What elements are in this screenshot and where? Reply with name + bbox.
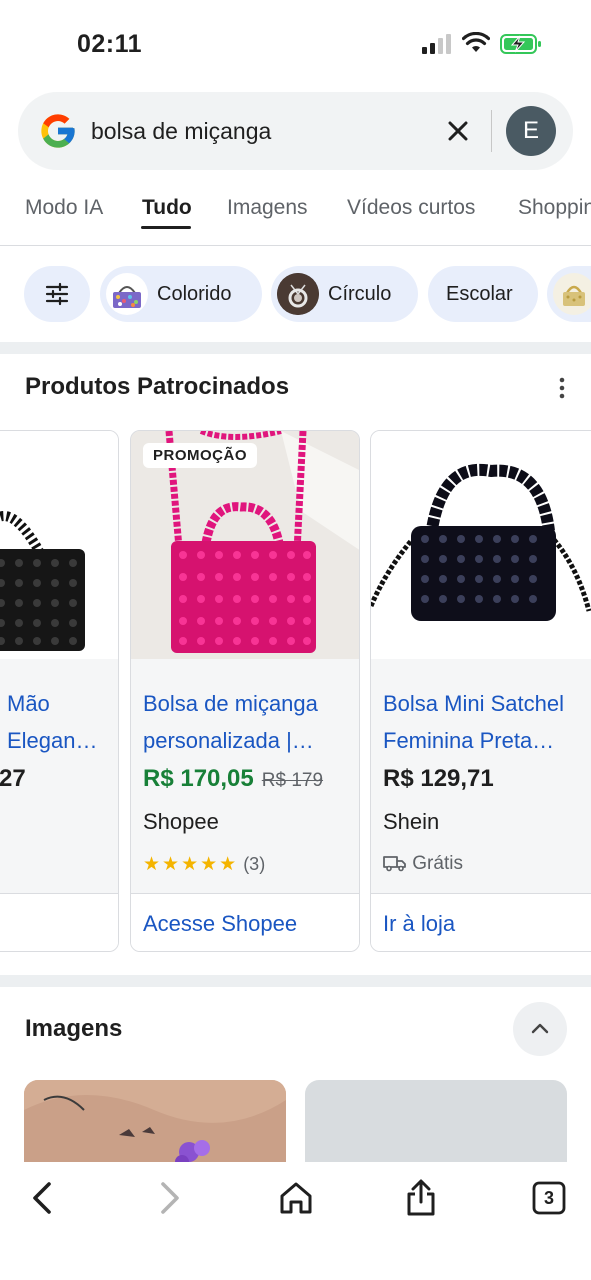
signal-icon [422, 34, 451, 54]
tab-modo-ia[interactable]: Modo IA [25, 196, 103, 220]
product-card-footer: Ir à loja [371, 893, 591, 951]
chip-more-thumbnail [553, 273, 591, 315]
shipping-label: Grátis [412, 853, 463, 874]
product-rating: ★★★★★ (3) [143, 853, 265, 876]
product-title[interactable]: Bolsa Mini Satchel Feminina Preta… [383, 685, 591, 759]
chip-colorido-label: Colorido [157, 283, 232, 305]
tab-imagens[interactable]: Imagens [227, 196, 308, 220]
shipping-info: Grátis [383, 853, 463, 875]
search-divider [491, 110, 492, 152]
status-bar: 02:11 [0, 0, 591, 80]
product-title[interactable]: Bolsa de miçanga personalizada |… [143, 685, 353, 759]
product-title-line: Bolsa Mini Satchel [383, 691, 564, 716]
search-bar[interactable]: bolsa de miçanga E [18, 92, 573, 170]
product-details: Bolsa Mini Satchel Feminina Preta… R$ 12… [371, 659, 591, 893]
wifi-icon [462, 32, 490, 52]
original-price: R$ 179 [261, 770, 324, 791]
chip-more[interactable] [547, 266, 591, 322]
tab-tudo[interactable]: Tudo [142, 196, 192, 220]
product-title-line: Elegan… [7, 728, 98, 753]
active-tab-indicator [141, 226, 191, 229]
section-separator [0, 975, 591, 987]
promo-badge: PROMOÇÃO [143, 443, 257, 468]
back-icon[interactable] [24, 1178, 64, 1218]
chip-circulo[interactable]: Círculo [271, 266, 418, 322]
store-name: Shein [383, 809, 440, 834]
visit-store-link[interactable]: Acesse Shopee [143, 911, 297, 937]
section-title-sponsored: Produtos Patrocinados [25, 373, 290, 400]
star-rating-icon: ★★★★★ [143, 854, 239, 875]
product-image [371, 431, 591, 659]
product-price: R$ 170,05 R$ 179 [143, 765, 323, 793]
product-title-line: Mão [7, 691, 50, 716]
chip-filters[interactable] [24, 266, 90, 322]
browser-toolbar: 3 [0, 1162, 591, 1280]
product-card[interactable]: Bolsa Mini Satchel Feminina Preta… R$ 12… [370, 430, 591, 952]
home-icon[interactable] [276, 1178, 316, 1218]
more-vert-icon[interactable] [553, 375, 571, 401]
google-logo [41, 114, 75, 148]
truck-icon [383, 856, 406, 872]
avatar[interactable]: E [506, 106, 556, 156]
chip-escolar[interactable]: Escolar [428, 266, 538, 322]
image-result[interactable] [24, 1080, 286, 1170]
section-title-images: Imagens [25, 1015, 123, 1042]
search-input[interactable]: bolsa de miçanga [91, 118, 271, 145]
product-details: Mão Elegan… 27 [0, 659, 118, 893]
product-title-line: Feminina Preta… [383, 728, 555, 753]
product-details: Bolsa de miçanga personalizada |… R$ 170… [131, 659, 359, 893]
filter-chips: Colorido Círculo Escolar [0, 266, 591, 322]
tab-count: 3 [543, 1188, 554, 1208]
store-name: Shopee [143, 809, 219, 834]
battery-charging-icon [500, 34, 541, 54]
product-card[interactable]: PROMOÇÃO Bolsa de miçanga personalizada … [130, 430, 360, 952]
clock: 02:11 [77, 30, 143, 58]
product-card-footer: Acesse Shopee [131, 893, 359, 951]
rating-count: (3) [243, 854, 266, 874]
share-icon[interactable] [401, 1178, 441, 1218]
forward-icon[interactable] [148, 1178, 188, 1218]
chip-colorido-thumbnail [106, 273, 148, 315]
visit-store-link[interactable]: Ir à loja [383, 911, 455, 937]
product-card[interactable]: Mão Elegan… 27 [0, 430, 119, 952]
collapse-button[interactable] [513, 1002, 567, 1056]
product-title[interactable]: Mão Elegan… [7, 685, 118, 759]
chevron-up-icon [531, 1023, 549, 1034]
image-result[interactable] [305, 1080, 567, 1170]
chip-circulo-thumbnail [277, 273, 319, 315]
section-separator [0, 342, 591, 354]
chip-circulo-label: Círculo [328, 283, 392, 305]
product-image: PROMOÇÃO [131, 431, 359, 659]
chip-escolar-label: Escolar [446, 283, 513, 305]
product-price: 27 [0, 765, 26, 792]
tabs-icon[interactable]: 3 [529, 1178, 569, 1218]
search-tabs: Modo IA Tudo Imagens Vídeos curtos Shopp… [0, 180, 591, 246]
sale-price: R$ 170,05 [143, 765, 254, 792]
product-image [0, 431, 118, 659]
chip-colorido[interactable]: Colorido [100, 266, 262, 322]
product-card-footer [0, 893, 118, 951]
close-icon[interactable] [443, 116, 473, 146]
tab-videos-curtos[interactable]: Vídeos curtos [347, 196, 475, 220]
product-title-line: Bolsa de miçanga [143, 691, 318, 716]
tune-icon [45, 282, 69, 306]
product-title-line: personalizada |… [143, 728, 314, 753]
product-price: R$ 129,71 [383, 765, 494, 792]
tab-shopping[interactable]: Shoppin [518, 196, 591, 220]
